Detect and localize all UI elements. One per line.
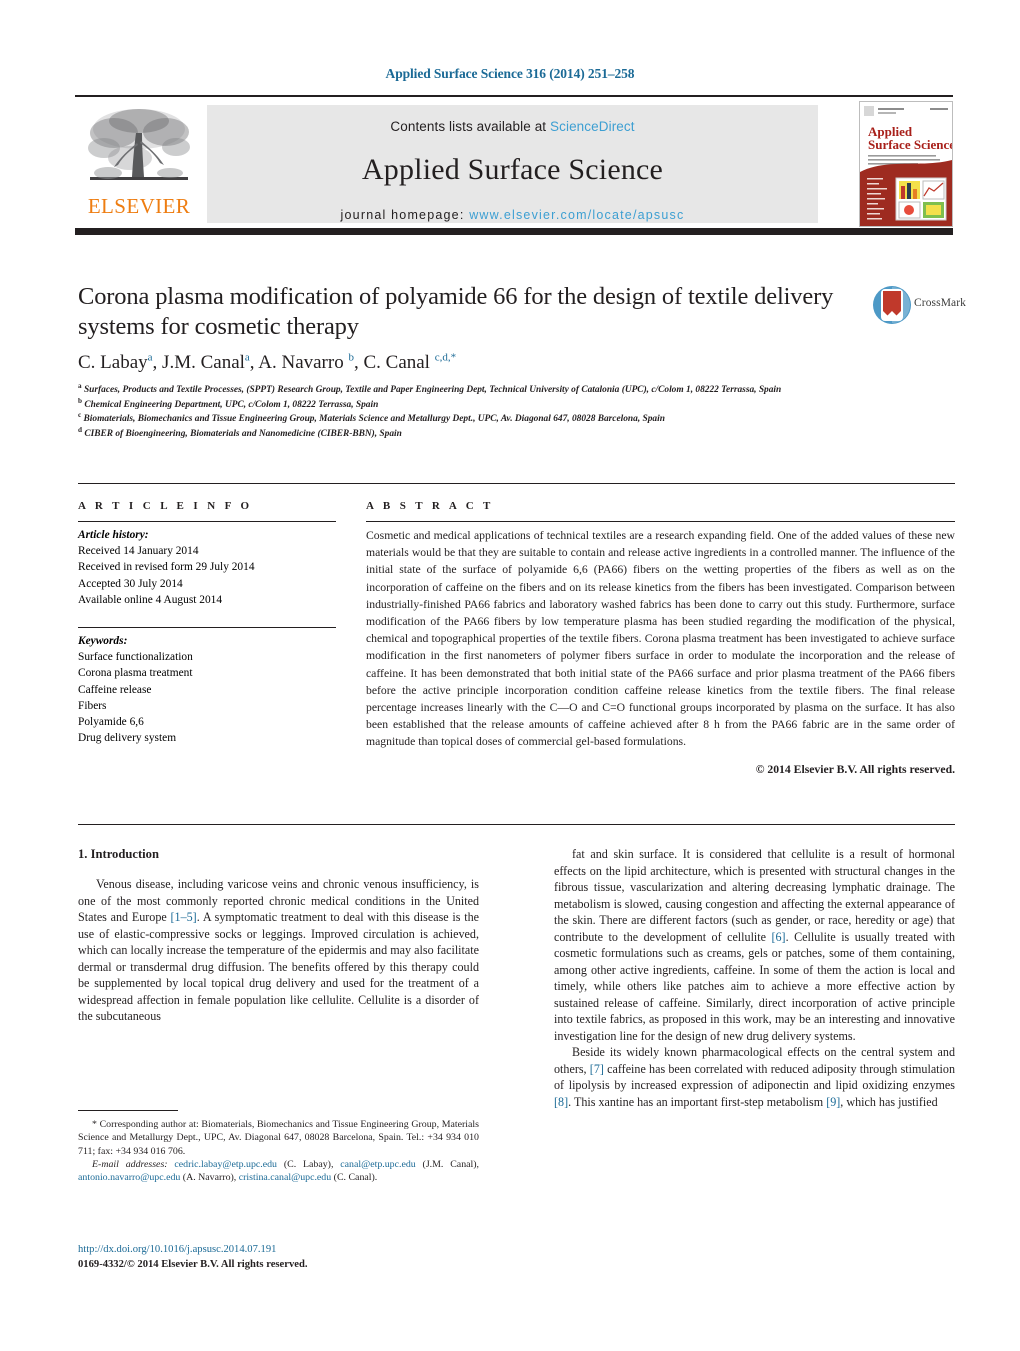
abstract-heading: A B S T R A C T [366, 500, 494, 512]
sciencedirect-link[interactable]: ScienceDirect [550, 119, 635, 134]
email-addresses-label: E-mail addresses: [92, 1159, 168, 1171]
masthead-center-panel: Contents lists available at ScienceDirec… [207, 105, 818, 223]
elsevier-tree-icon [88, 109, 190, 180]
email-link-jm-canal[interactable]: canal@etp.upc.edu [340, 1159, 415, 1170]
affiliation-c: c Biomaterials, Biomechanics and Tissue … [78, 411, 878, 427]
journal-cover-thumbnail: Applied Surface Science [859, 101, 953, 227]
contents-available-line: Contents lists available at ScienceDirec… [207, 105, 818, 134]
citation-ref-6[interactable]: [6] [771, 930, 785, 944]
keyword-item: Caffeine release [78, 683, 152, 696]
elsevier-wordmark: ELSEVIER [87, 194, 191, 218]
abstract-hairline [366, 521, 955, 522]
email-person-jm-canal: (J.M. Canal), [415, 1159, 480, 1171]
title-block: Corona plasma modification of polyamide … [78, 282, 868, 342]
affiliation-marker-a: a [78, 381, 82, 390]
corresponding-author-text: * Corresponding author at: Biomaterials,… [78, 1118, 479, 1158]
keyword-item: Corona plasma treatment [78, 667, 193, 680]
intro-text-part-2: . A symptomatic treatment to deal with t… [78, 910, 480, 1024]
article-info-section: A R T I C L E I N F O Article history: R… [78, 500, 336, 746]
body-column-right: fat and skin surface. It is considered t… [554, 846, 955, 1110]
intro-right-part-2: . Cellulite is usually treated with cosm… [554, 929, 955, 1043]
info-section-bottom-rule [78, 824, 955, 825]
contents-prefix: Contents lists available at [390, 119, 547, 134]
abstract-text: Cosmetic and medical applications of tec… [366, 529, 955, 749]
doi-link[interactable]: http://dx.doi.org/10.1016/j.apsusc.2014.… [78, 1243, 479, 1258]
affiliation-d-text: CIBER of Bioengineering, Biomaterials an… [84, 428, 402, 439]
email-person-labay: (C. Labay), [277, 1159, 334, 1171]
corresponding-author-footnote: * Corresponding author at: Biomaterials,… [78, 1110, 479, 1185]
journal-masthead: ELSEVIER Contents lists available at Sci… [75, 95, 953, 235]
paper-title: Corona plasma modification of polyamide … [78, 283, 834, 341]
elsevier-logo: ELSEVIER [79, 103, 199, 225]
citation-ref-1-5[interactable]: [1–5] [171, 910, 197, 924]
author-list: C. Labaya, J.M. Canala, A. Navarro b, C.… [78, 352, 878, 374]
affiliation-marker-d: d [78, 425, 82, 434]
crossmark-icon [873, 286, 911, 324]
article-history-revised: Received in revised form 29 July 2014 [78, 561, 255, 574]
intro-paragraph-right-2: Beside its widely known pharmacological … [554, 1044, 955, 1110]
article-info-hairline [78, 521, 336, 522]
intro-right2-part-4: , which has justified [840, 1094, 938, 1109]
authors-text: C. Labaya, J.M. Canala, A. Navarro b, C.… [78, 351, 457, 373]
journal-homepage-line: journal homepage: www.elsevier.com/locat… [207, 208, 818, 222]
email-addresses-line: E-mail addresses: cedric.labay@etp.upc.e… [78, 1158, 479, 1185]
article-history-accepted: Accepted 30 July 2014 [78, 577, 183, 590]
affiliation-c-text: Biomaterials, Biomechanics and Tissue En… [83, 414, 665, 425]
homepage-url-link[interactable]: www.elsevier.com/locate/apsusc [469, 208, 684, 222]
affiliation-d: d CIBER of Bioengineering, Biomaterials … [78, 425, 878, 442]
abstract-copyright: © 2014 Elsevier B.V. All rights reserved… [755, 762, 955, 776]
affiliation-marker-b: b [78, 396, 82, 405]
issn-copyright-line: 0169-4332/© 2014 Elsevier B.V. All right… [78, 1258, 308, 1270]
intro-right2-part-3: . This xantine has an important first-st… [568, 1094, 827, 1109]
email-link-labay[interactable]: cedric.labay@etp.upc.edu [174, 1159, 277, 1170]
intro-paragraph-left: Venous disease, including varicose veins… [78, 876, 479, 1025]
affiliation-b: b Chemical Engineering Department, UPC, … [78, 396, 878, 413]
paper-page: Applied Surface Science 316 (2014) 251–2… [0, 0, 1020, 1351]
abstract-section: A B S T R A C T Cosmetic and medical app… [366, 500, 955, 776]
cover-artwork: Applied Surface Science [860, 102, 952, 226]
article-history-online: Available online 4 August 2014 [78, 593, 223, 606]
citation-ref-7[interactable]: [7] [590, 1062, 604, 1076]
section-heading-introduction: 1. Introduction [78, 847, 159, 861]
info-section-top-rule [78, 483, 955, 484]
masthead-top-rule [75, 95, 953, 97]
crossmark-label: CrossMark [914, 297, 967, 309]
homepage-prefix: journal homepage: [340, 208, 465, 222]
doi-block: http://dx.doi.org/10.1016/j.apsusc.2014.… [78, 1243, 479, 1273]
email-link-c-canal[interactable]: cristina.canal@upc.edu [239, 1172, 331, 1183]
email-link-navarro[interactable]: antonio.navarro@upc.edu [78, 1172, 180, 1183]
article-history-label: Article history: [78, 529, 149, 541]
journal-title: Applied Surface Science [361, 153, 664, 186]
article-info-heading: A R T I C L E I N F O [78, 500, 253, 512]
keyword-item: Drug delivery system [78, 732, 177, 745]
keyword-item: Fibers [78, 699, 107, 712]
keywords-label: Keywords: [78, 634, 128, 647]
running-head: Applied Surface Science 316 (2014) 251–2… [385, 66, 635, 81]
affiliation-b-text: Chemical Engineering Department, UPC, c/… [84, 399, 379, 410]
corresponding-author-detail: Corresponding author at: Biomaterials, B… [78, 1119, 479, 1157]
affiliation-a-text: Surfaces, Products and Textile Processes… [83, 385, 782, 395]
citation-ref-9[interactable]: [9] [826, 1095, 840, 1109]
keywords-hairline [78, 626, 336, 628]
citation-ref-8[interactable]: [8] [554, 1095, 568, 1109]
svg-text:Surface Science: Surface Science [868, 137, 952, 152]
affiliation-list: a Surfaces, Products and Textile Process… [78, 381, 878, 442]
body-column-left: 1. Introduction Venous disease, includin… [78, 846, 479, 1025]
email-person-c-canal: (C. Canal). [331, 1172, 378, 1184]
email-person-navarro: (A. Navarro), [180, 1172, 237, 1184]
footnote-rule [78, 1110, 178, 1111]
keyword-item: Polyamide 6,6 [78, 715, 144, 728]
article-history-received: Received 14 January 2014 [78, 545, 199, 558]
crossmark-badge[interactable]: CrossMark [872, 285, 966, 329]
masthead-bottom-rule [75, 228, 953, 235]
keyword-item: Surface functionalization [78, 651, 193, 664]
affiliation-a: a Surfaces, Products and Textile Process… [78, 381, 878, 398]
intro-right2-part-2: caffeine has been correlated with reduce… [554, 1061, 955, 1093]
affiliation-marker-c: c [78, 411, 82, 420]
intro-paragraph-right-1: fat and skin surface. It is considered t… [554, 846, 955, 1044]
